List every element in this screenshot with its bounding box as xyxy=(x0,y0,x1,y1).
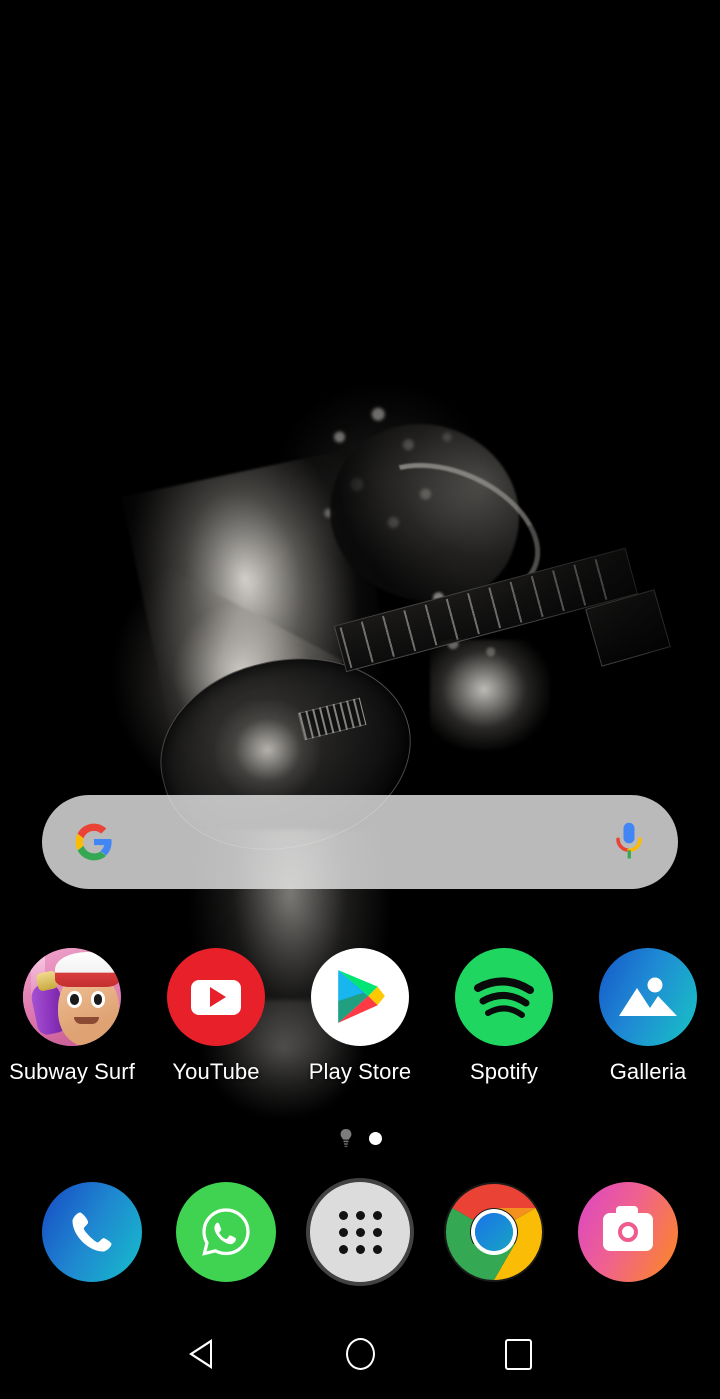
navigation-bar xyxy=(0,1309,720,1399)
dock xyxy=(0,1182,720,1282)
app-label: Play Store xyxy=(308,1059,412,1084)
back-triangle-icon xyxy=(188,1339,212,1369)
youtube-icon[interactable] xyxy=(167,948,265,1046)
galleria-icon[interactable] xyxy=(599,948,697,1046)
camera-lens xyxy=(618,1222,638,1242)
page-dot-active[interactable] xyxy=(368,1131,382,1145)
app-spotify[interactable]: Spotify xyxy=(432,948,576,1085)
app-grid: Subway Surf YouTube Play Store Spotify G… xyxy=(0,948,720,1085)
camera-body xyxy=(603,1206,653,1251)
recents-square-icon xyxy=(504,1338,532,1370)
drawer-dots xyxy=(338,1210,382,1254)
app-youtube[interactable]: YouTube xyxy=(144,948,288,1085)
app-label: Galleria xyxy=(609,1059,687,1084)
page-indicator xyxy=(0,1128,720,1148)
microphone-icon[interactable] xyxy=(612,820,646,864)
search-input[interactable] xyxy=(114,795,612,889)
recents-button[interactable] xyxy=(483,1319,553,1389)
app-galleria[interactable]: Galleria xyxy=(576,948,720,1085)
wallpaper-figure-hand-right xyxy=(430,640,550,750)
home-button[interactable] xyxy=(325,1319,395,1389)
wallpaper-figure-hand-left xyxy=(215,700,320,800)
app-label: Spotify xyxy=(470,1059,538,1084)
spotify-icon[interactable] xyxy=(455,948,553,1046)
whatsapp-icon[interactable] xyxy=(176,1182,276,1282)
home-circle-icon xyxy=(345,1338,375,1370)
app-label: YouTube xyxy=(172,1059,260,1084)
app-drawer-icon[interactable] xyxy=(310,1182,410,1282)
play-store-icon[interactable] xyxy=(311,948,409,1046)
google-g-icon xyxy=(74,822,114,862)
app-label: Subway Surf xyxy=(9,1059,135,1084)
phone-icon[interactable] xyxy=(42,1182,142,1282)
app-play-store[interactable]: Play Store xyxy=(288,948,432,1085)
camera-icon[interactable] xyxy=(578,1182,678,1282)
chrome-icon[interactable] xyxy=(444,1182,544,1282)
app-subway-surf[interactable]: Subway Surf xyxy=(0,948,144,1085)
android-home-screen: Subway Surf YouTube Play Store Spotify G… xyxy=(0,0,720,1399)
back-button[interactable] xyxy=(165,1319,235,1389)
google-search-bar[interactable] xyxy=(42,795,678,889)
lightbulb-icon[interactable] xyxy=(339,1128,353,1148)
subway-surf-icon[interactable] xyxy=(23,948,121,1046)
